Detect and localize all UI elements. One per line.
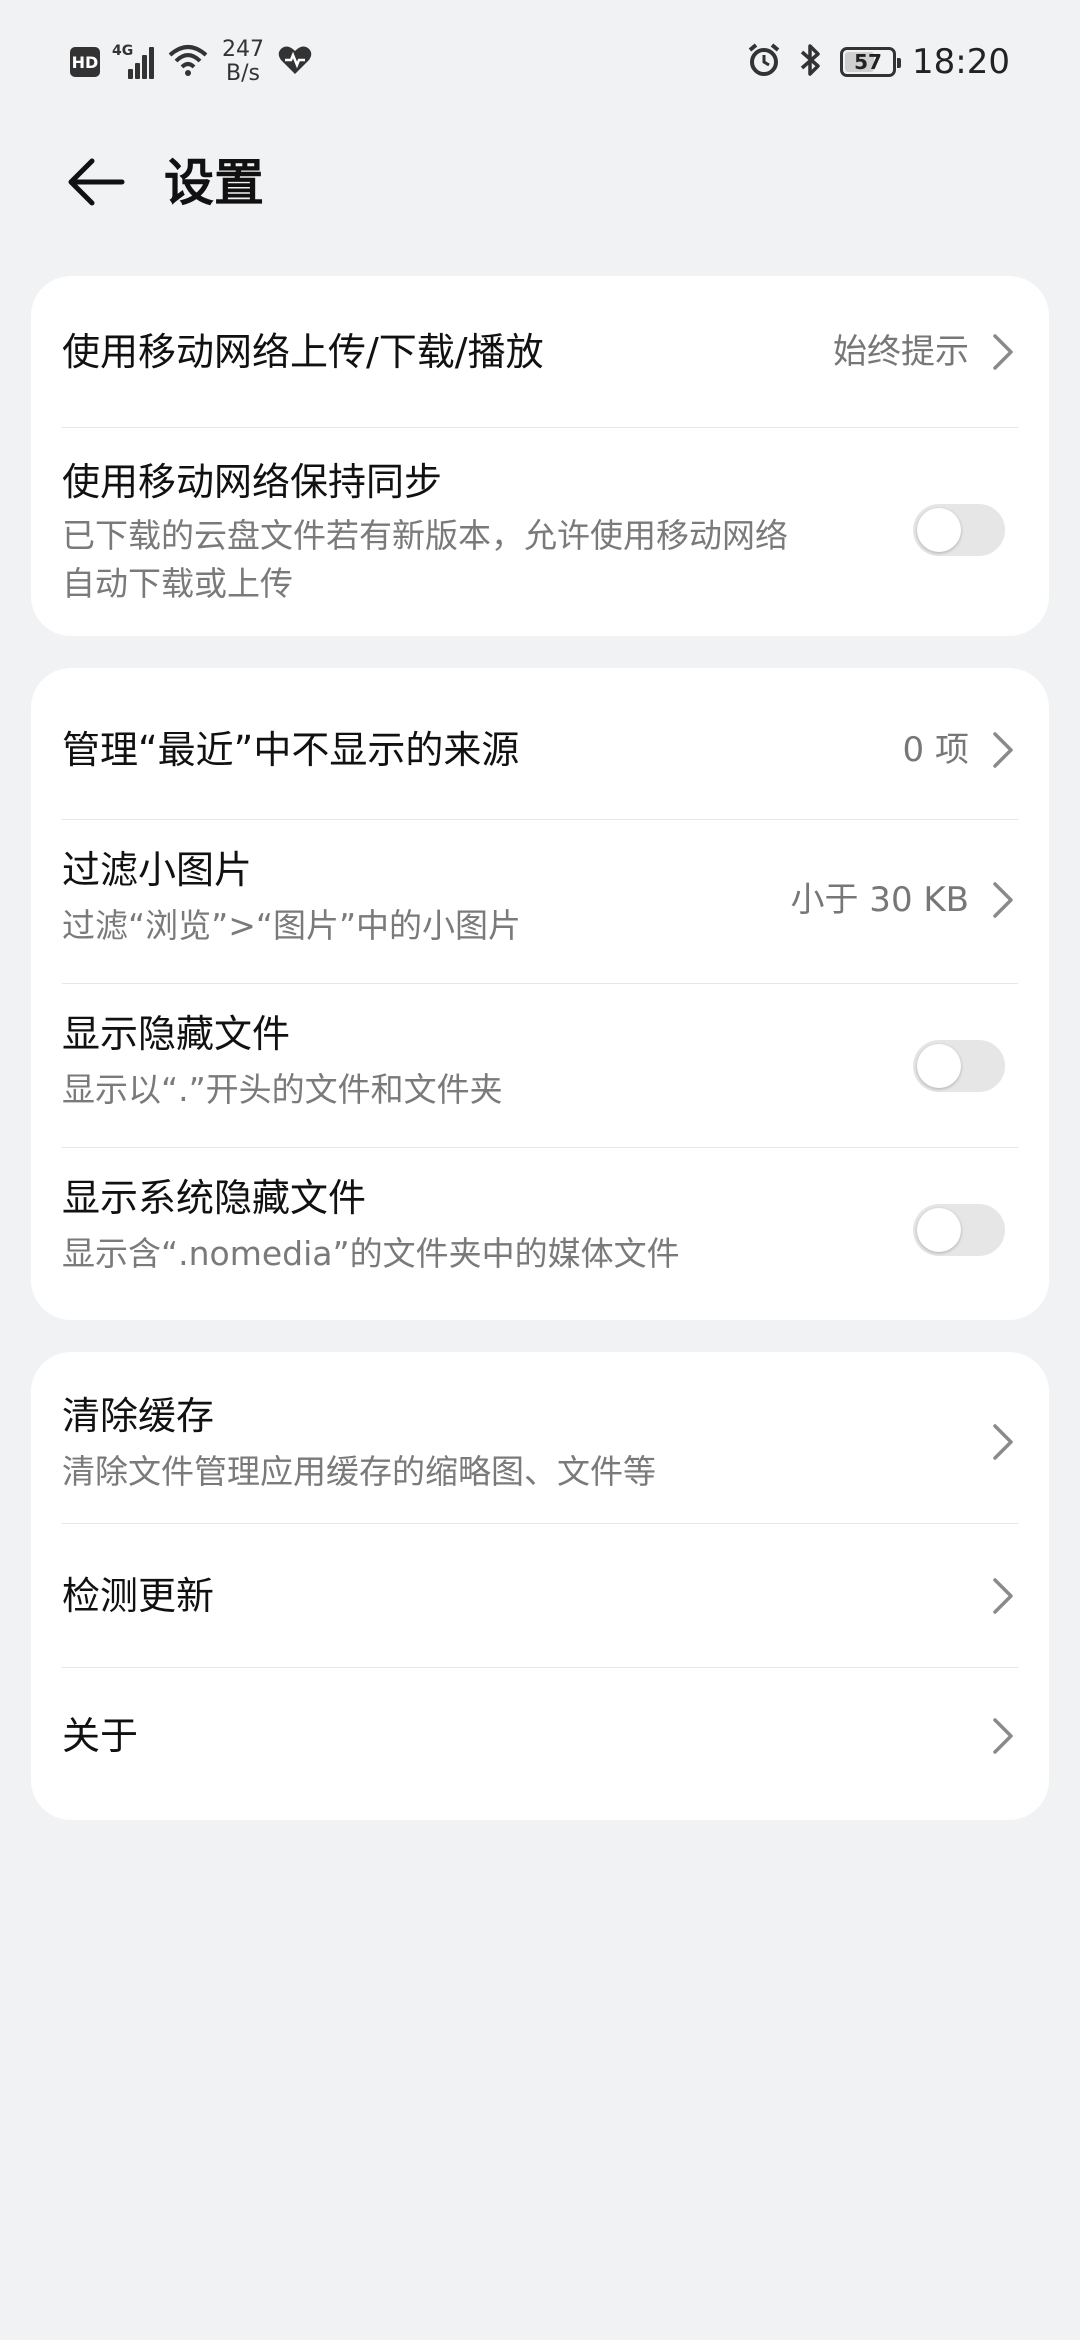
about-title: 关于 [62, 1714, 139, 1758]
app-header: 设置 [0, 130, 1080, 240]
heart-icon [278, 45, 312, 79]
show-system-hidden-toggle[interactable] [913, 1204, 1005, 1256]
mobile-sync-toggle[interactable] [913, 504, 1005, 556]
chevron-right-icon [987, 726, 1019, 774]
settings-card-network: 使用移动网络上传/下载/播放 始终提示 使用移动网络保持同步 已下载的云盘文件若… [31, 276, 1049, 636]
status-bar: HD 4G 247 B/s 57 18:20 [0, 0, 1080, 120]
mobile-upload-value: 始终提示 [833, 332, 969, 372]
clear-cache-title: 清除缓存 [62, 1394, 215, 1438]
chevron-right-icon [987, 1418, 1019, 1466]
mobile-sync-subtitle-1: 已下载的云盘文件若有新版本，允许使用移动网络 [62, 516, 788, 555]
filter-small-row[interactable]: 过滤小图片 过滤“浏览”>“图片”中的小图片 小于 30 KB [31, 820, 1049, 984]
toggle-knob [917, 1044, 961, 1088]
settings-card-display: 管理“最近”中不显示的来源 0 项 过滤小图片 过滤“浏览”>“图片”中的小图片… [31, 668, 1049, 1320]
mobile-sync-subtitle-2: 自动下载或上传 [62, 564, 293, 603]
show-hidden-subtitle: 显示以“.”开头的文件和文件夹 [62, 1070, 503, 1109]
battery-indicator: 57 [840, 47, 902, 77]
back-button[interactable] [56, 142, 136, 222]
show-hidden-toggle[interactable] [913, 1040, 1005, 1092]
recent-sources-row[interactable]: 管理“最近”中不显示的来源 0 项 [31, 668, 1049, 820]
clear-cache-subtitle: 清除文件管理应用缓存的缩略图、文件等 [62, 1452, 656, 1491]
bluetooth-icon [798, 42, 824, 82]
status-right: 57 18:20 [746, 38, 1010, 86]
mobile-upload-row[interactable]: 使用移动网络上传/下载/播放 始终提示 [31, 276, 1049, 428]
status-left: HD 4G 247 B/s [70, 38, 312, 86]
check-update-row[interactable]: 检测更新 [31, 1524, 1049, 1668]
mobile-sync-title: 使用移动网络保持同步 [62, 460, 443, 504]
show-hidden-title: 显示隐藏文件 [62, 1012, 291, 1056]
show-system-hidden-subtitle: 显示含“.nomedia”的文件夹中的媒体文件 [62, 1234, 680, 1273]
network-speed: 247 B/s [222, 37, 264, 86]
status-time: 18:20 [912, 42, 1010, 82]
network-type: 4G [112, 43, 134, 59]
arrow-left-icon [68, 158, 125, 206]
chevron-right-icon [987, 876, 1019, 924]
check-update-title: 检测更新 [62, 1574, 215, 1618]
about-row[interactable]: 关于 [31, 1668, 1049, 1820]
clear-cache-row[interactable]: 清除缓存 清除文件管理应用缓存的缩略图、文件等 [31, 1352, 1049, 1524]
chevron-right-icon [987, 328, 1019, 376]
show-system-hidden-row: 显示系统隐藏文件 显示含“.nomedia”的文件夹中的媒体文件 [31, 1148, 1049, 1320]
settings-card-general: 清除缓存 清除文件管理应用缓存的缩略图、文件等 检测更新 关于 [31, 1352, 1049, 1820]
mobile-upload-title: 使用移动网络上传/下载/播放 [62, 330, 544, 374]
alarm-icon [746, 42, 782, 82]
show-hidden-row: 显示隐藏文件 显示以“.”开头的文件和文件夹 [31, 984, 1049, 1148]
toggle-knob [917, 1208, 961, 1252]
hd-badge: HD [70, 47, 100, 77]
toggle-knob [917, 508, 961, 552]
filter-small-subtitle: 过滤“浏览”>“图片”中的小图片 [62, 906, 522, 945]
filter-small-title: 过滤小图片 [62, 848, 253, 892]
mobile-sync-row: 使用移动网络保持同步 已下载的云盘文件若有新版本，允许使用移动网络 自动下载或上… [31, 428, 1049, 636]
recent-sources-value: 0 项 [902, 730, 969, 770]
wifi-icon [168, 43, 208, 81]
recent-sources-title: 管理“最近”中不显示的来源 [62, 728, 520, 772]
filter-small-value: 小于 30 KB [790, 880, 970, 920]
chevron-right-icon [987, 1572, 1019, 1620]
chevron-right-icon [987, 1712, 1019, 1760]
page-title: 设置 [164, 154, 264, 212]
signal-icon: 4G [112, 43, 154, 79]
show-system-hidden-title: 显示系统隐藏文件 [62, 1176, 367, 1220]
